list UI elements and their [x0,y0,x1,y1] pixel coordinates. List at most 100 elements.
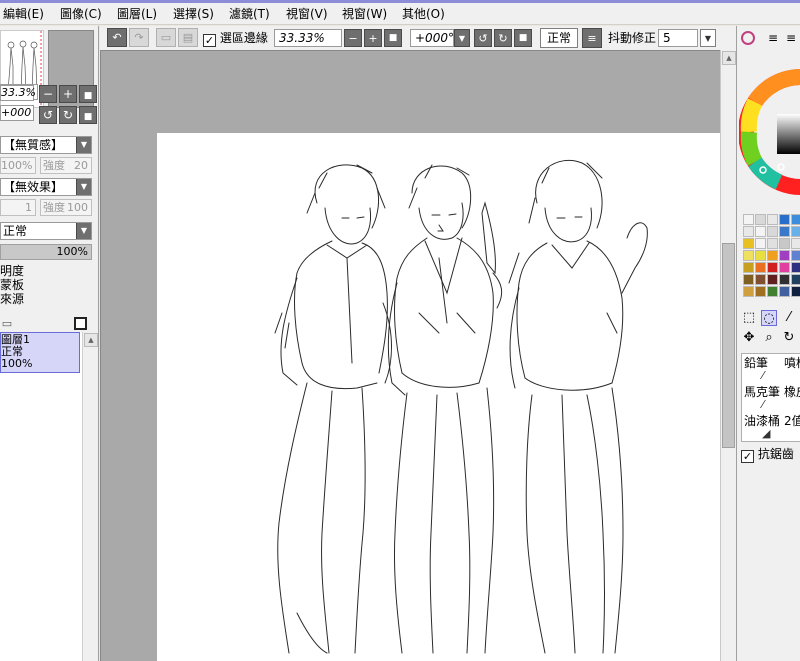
stabilizer-field[interactable]: 5 [658,29,698,47]
zoom-field[interactable]: 33.33% [274,29,342,47]
color-swatch[interactable] [767,214,778,225]
menu-filter[interactable]: 濾鏡(T) [229,5,270,23]
color-swatch[interactable] [755,238,766,249]
rotate-cw-button[interactable]: ↻ [494,29,512,47]
color-swatch[interactable] [767,250,778,261]
rect-select-icon[interactable]: ⬚ [741,310,757,326]
color-swatch[interactable] [743,250,754,261]
color-swatch[interactable] [743,274,754,285]
color-swatch[interactable] [767,274,778,285]
color-swatch[interactable] [791,214,800,225]
navigator-zoom-out-button[interactable]: − [39,85,57,103]
move-icon[interactable]: ✥ [741,330,757,346]
color-swatch[interactable] [791,286,800,297]
new-mask-icon[interactable] [74,317,87,330]
navigator-rotation-value[interactable]: +000 [0,105,34,121]
color-swatch[interactable] [743,286,754,297]
navigator-zoom-value[interactable]: 33.3% [0,85,36,101]
layer-list-scrollbar[interactable]: ▲ [82,332,98,661]
color-swatch[interactable] [767,286,778,297]
effect-dropdown[interactable]: 【無效果】 ▼ [0,178,92,196]
brush-binary[interactable]: 2值 [784,414,800,442]
selection-edge-checkbox[interactable]: ✓ [203,34,216,47]
texture-amount-field[interactable]: 100% [0,157,36,174]
color-rgb-tab-icon[interactable]: ≡ [783,30,799,46]
color-swatch[interactable] [779,238,790,249]
color-swatch[interactable] [779,286,790,297]
color-swatch[interactable] [743,226,754,237]
brush-marker[interactable]: 馬克筆 ⁄ [744,385,782,413]
color-swatch[interactable] [767,238,778,249]
color-swatch[interactable] [755,226,766,237]
effect-strength-field[interactable]: 強度 100 [40,199,92,216]
color-swatch[interactable] [779,226,790,237]
color-swatch[interactable] [755,250,766,261]
color-swatch[interactable] [791,226,800,237]
color-swatch[interactable] [791,262,800,273]
color-swatch[interactable] [779,274,790,285]
rotate-ccw-button[interactable]: ↺ [474,29,492,47]
color-swatch[interactable] [743,262,754,273]
antialias-toggle[interactable]: ✓ 抗鋸齒 [741,447,794,463]
color-swatch[interactable] [791,250,800,261]
layer-blend-dropdown[interactable]: 正常 ▼ [0,222,92,240]
menu-other[interactable]: 其他(O) [402,5,445,23]
color-swatch[interactable] [755,274,766,285]
check-source[interactable]: 來源 [0,292,24,307]
color-swatch[interactable] [755,286,766,297]
zoom-in-button[interactable]: + [364,29,382,47]
color-swatch[interactable] [791,238,800,249]
brush-eraser[interactable]: 橡皮擦 [784,385,800,413]
brush-bucket[interactable]: 油漆桶 ◢ [744,414,782,442]
layer-opacity-slider[interactable]: 100% [0,244,92,260]
color-swatch[interactable] [779,262,790,273]
undo-button[interactable]: ↶ [107,28,127,47]
navigator-zoom-in-button[interactable]: + [59,85,77,103]
menu-select[interactable]: 選擇(S) [173,5,214,23]
color-swatch[interactable] [755,262,766,273]
zoom-out-button-2[interactable]: − [344,29,362,47]
new-folder-icon[interactable]: ▭ [0,317,14,331]
flip-button[interactable]: ≡ [582,28,602,48]
blend-mode-button[interactable]: 正常 [540,28,579,48]
navigator-rotate-ccw-button[interactable]: ↺ [39,106,57,124]
select-all-button[interactable]: ▤ [178,28,198,47]
texture-strength-field[interactable]: 強度 20 [40,157,92,174]
rotate-reset-button[interactable]: ■ [514,29,532,47]
navigator-rotate-cw-button[interactable]: ↻ [59,106,77,124]
menu-edit[interactable]: 編輯(E) [3,5,44,23]
color-swatch[interactable] [779,250,790,261]
rotation-dropdown-button[interactable]: ▼ [454,29,470,47]
menu-window[interactable]: 視窗(W) [342,5,387,23]
color-swatch[interactable] [767,262,778,273]
canvas-vertical-scrollbar[interactable]: ▲ [720,50,736,661]
rotate-icon[interactable]: ↻ [781,330,797,346]
color-sliders-tab-icon[interactable]: ≡ [765,30,781,46]
navigator-rotate-reset-button[interactable]: ■ [79,106,97,124]
canvas[interactable] [157,133,720,661]
stabilizer-dropdown-button[interactable]: ▼ [700,29,716,47]
antialias-checkbox[interactable]: ✓ [741,450,754,463]
check-mask[interactable]: 蒙板 [0,278,24,293]
magic-wand-icon[interactable]: ⁄ [781,310,797,326]
menu-image[interactable]: 圖像(C) [60,5,102,23]
color-wheel[interactable] [739,52,800,212]
scrollbar-thumb[interactable] [722,243,735,448]
color-wheel-tab-icon[interactable] [741,31,755,45]
menu-layer[interactable]: 圖層(L) [117,5,157,23]
deselect-button[interactable]: ▭ [156,28,176,47]
zoom-reset-button[interactable]: ■ [384,29,402,47]
check-luminosity[interactable]: 明度 [0,264,24,279]
brush-airbrush[interactable]: 噴槍 [784,356,800,384]
canvas-area[interactable] [100,50,720,661]
brush-pencil[interactable]: 鉛筆 ⁄ [744,356,782,384]
redo-button[interactable]: ↷ [129,28,149,47]
color-swatch[interactable] [779,214,790,225]
scroll-up-icon[interactable]: ▲ [84,333,98,347]
effect-amount-field[interactable]: 1 [0,199,36,216]
selection-edge-toggle[interactable]: ✓ 選區邊緣 [203,30,268,47]
navigator-zoom-reset-button[interactable]: ■ [79,85,97,103]
texture-dropdown[interactable]: 【無質感】 ▼ [0,136,92,154]
menu-view[interactable]: 視窗(V) [286,5,328,23]
color-swatch[interactable] [743,238,754,249]
